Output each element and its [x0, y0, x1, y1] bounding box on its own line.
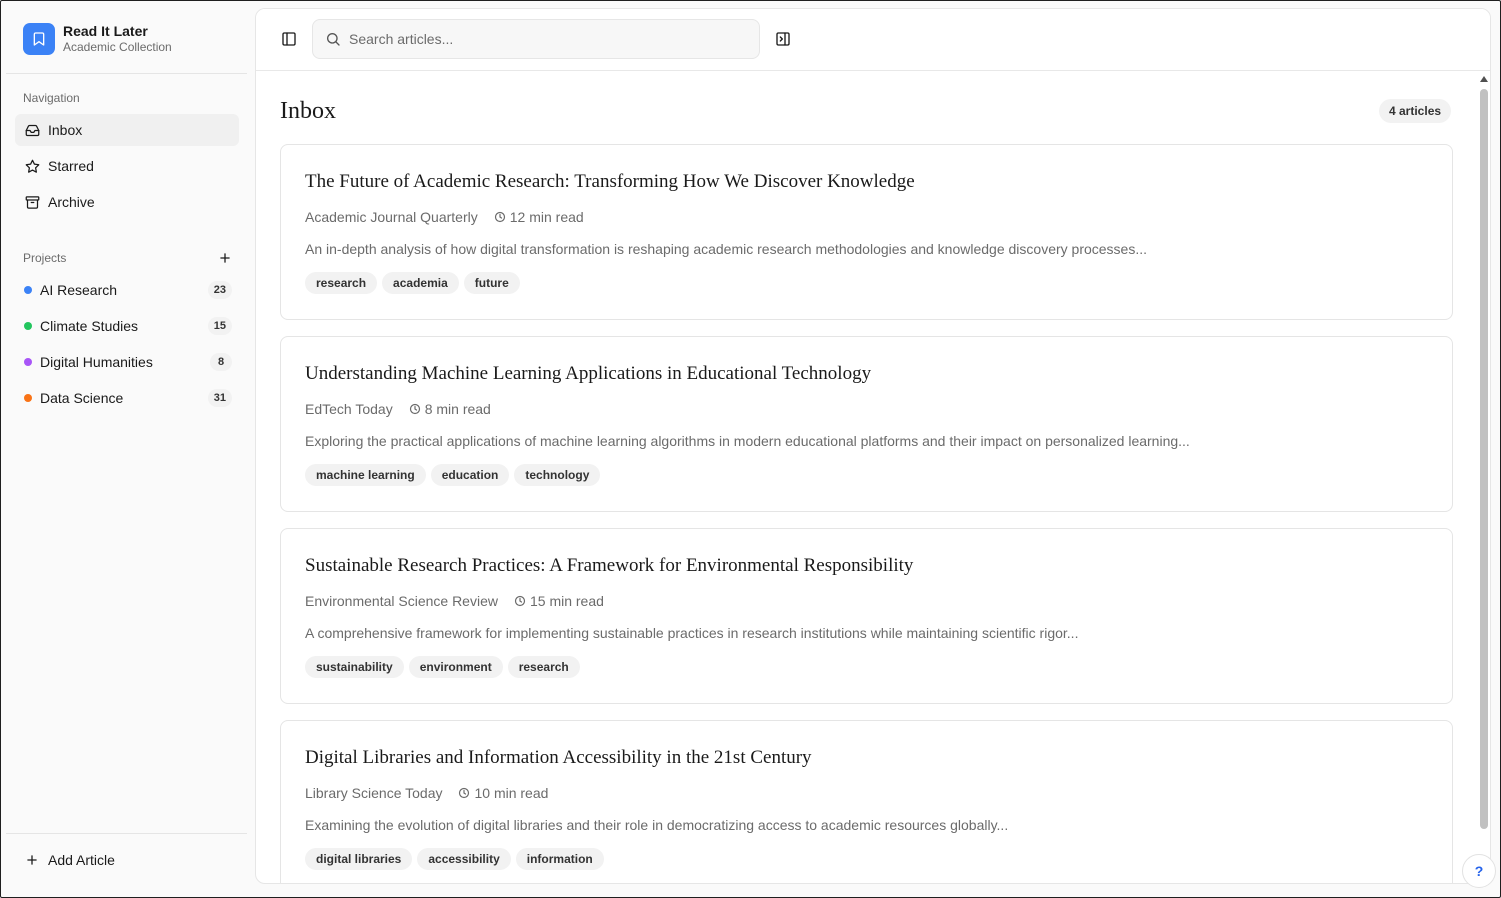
scrollbar[interactable] — [1480, 75, 1488, 835]
add-project-button[interactable] — [217, 250, 233, 266]
search-box[interactable] — [312, 19, 760, 59]
app-subtitle: Academic Collection — [63, 40, 172, 54]
tag[interactable]: machine learning — [305, 464, 426, 486]
tag[interactable]: future — [463, 272, 520, 294]
project-count-badge: 31 — [207, 389, 232, 407]
article-count-badge: 4 articles — [1379, 99, 1452, 123]
project-count-badge: 8 — [210, 353, 232, 371]
main-panel: Inbox 4 articles The Future of Academic … — [255, 8, 1491, 884]
sidebar-item-archive[interactable]: Archive — [15, 186, 239, 218]
clock-icon — [514, 595, 526, 607]
bookmark-icon — [23, 23, 55, 55]
article-title[interactable]: Sustainable Research Practices: A Framew… — [305, 555, 913, 577]
top-bar — [256, 9, 1490, 71]
nav-section-label: Navigation — [23, 91, 80, 105]
add-article-label: Add Article — [48, 852, 115, 868]
search-icon — [325, 31, 341, 47]
project-color-dot — [24, 358, 32, 366]
sidebar: Read It Later Academic Collection Naviga… — [2, 2, 254, 892]
sidebar-item-label: Archive — [48, 194, 95, 210]
clock-icon — [494, 211, 506, 223]
article-read-time: 15 min read — [529, 593, 604, 609]
tag[interactable]: technology — [514, 464, 601, 486]
app-window: Read It Later Academic Collection Naviga… — [0, 0, 1501, 898]
panel-left-icon — [282, 32, 296, 46]
clock-icon — [458, 787, 470, 799]
tag[interactable]: research — [507, 656, 580, 678]
divider — [6, 73, 247, 74]
article-read-time: 10 min read — [474, 785, 549, 801]
project-label: Digital Humanities — [40, 354, 153, 370]
project-count-badge: 23 — [207, 281, 232, 299]
article-card[interactable]: The Future of Academic Research: Transfo… — [280, 144, 1453, 320]
article-excerpt: A comprehensive framework for implementi… — [305, 625, 1079, 641]
plus-icon — [24, 852, 40, 868]
sidebar-item-digital-humanities[interactable]: Digital Humanities 8 — [15, 346, 239, 378]
article-source: Library Science Today — [305, 785, 443, 801]
article-card[interactable]: Understanding Machine Learning Applicati… — [280, 336, 1453, 512]
help-button[interactable]: ? — [1462, 854, 1496, 888]
toggle-reader-panel-button[interactable] — [774, 30, 792, 48]
tag[interactable]: environment — [408, 656, 503, 678]
star-icon — [24, 158, 40, 174]
tag[interactable]: digital libraries — [305, 848, 413, 870]
scroll-up-arrow-icon[interactable] — [1480, 75, 1488, 83]
sidebar-item-starred[interactable]: Starred — [15, 150, 239, 182]
divider — [6, 833, 247, 834]
sidebar-item-inbox[interactable]: Inbox — [15, 114, 239, 146]
project-color-dot — [24, 286, 32, 294]
article-title[interactable]: Digital Libraries and Information Access… — [305, 747, 812, 769]
tag[interactable]: sustainability — [305, 656, 404, 678]
tag[interactable]: research — [305, 272, 378, 294]
sidebar-item-data-science[interactable]: Data Science 31 — [15, 382, 239, 414]
sidebar-item-label: Starred — [48, 158, 94, 174]
tag[interactable]: accessibility — [417, 848, 511, 870]
project-label: AI Research — [40, 282, 118, 298]
article-card[interactable]: Sustainable Research Practices: A Framew… — [280, 528, 1453, 704]
toggle-sidebar-button[interactable] — [280, 30, 298, 48]
article-excerpt: Examining the evolution of digital libra… — [305, 817, 1009, 833]
sidebar-item-label: Inbox — [48, 122, 83, 138]
add-article-button[interactable]: Add Article — [15, 844, 239, 876]
archive-icon — [24, 194, 40, 210]
project-color-dot — [24, 394, 32, 402]
projects-section-label: Projects — [23, 251, 67, 265]
article-card[interactable]: Digital Libraries and Information Access… — [280, 720, 1453, 883]
project-color-dot — [24, 322, 32, 330]
page-title: Inbox — [280, 98, 336, 124]
search-input[interactable] — [349, 31, 749, 47]
plus-icon — [220, 253, 230, 263]
tag[interactable]: education — [430, 464, 510, 486]
sidebar-item-ai-research[interactable]: AI Research 23 — [15, 274, 239, 306]
project-label: Climate Studies — [40, 318, 139, 334]
article-excerpt: An in-depth analysis of how digital tran… — [305, 241, 1148, 257]
clock-icon — [409, 403, 421, 415]
article-title[interactable]: Understanding Machine Learning Applicati… — [305, 363, 871, 385]
article-excerpt: Exploring the practical applications of … — [305, 433, 1190, 449]
brand[interactable]: Read It Later Academic Collection — [23, 23, 172, 55]
article-title[interactable]: The Future of Academic Research: Transfo… — [305, 171, 915, 193]
app-title: Read It Later — [63, 23, 148, 39]
project-count-badge: 15 — [207, 317, 232, 335]
project-label: Data Science — [40, 390, 124, 406]
inbox-icon — [24, 122, 40, 138]
article-source: EdTech Today — [305, 401, 393, 417]
article-read-time: 8 min read — [424, 401, 491, 417]
article-read-time: 12 min read — [509, 209, 584, 225]
tag[interactable]: academia — [382, 272, 459, 294]
scrollbar-thumb[interactable] — [1480, 89, 1488, 829]
tag[interactable]: information — [515, 848, 604, 870]
sidebar-item-climate-studies[interactable]: Climate Studies 15 — [15, 310, 239, 342]
article-source: Academic Journal Quarterly — [305, 209, 478, 225]
article-source: Environmental Science Review — [305, 593, 498, 609]
panel-right-icon — [776, 32, 790, 46]
